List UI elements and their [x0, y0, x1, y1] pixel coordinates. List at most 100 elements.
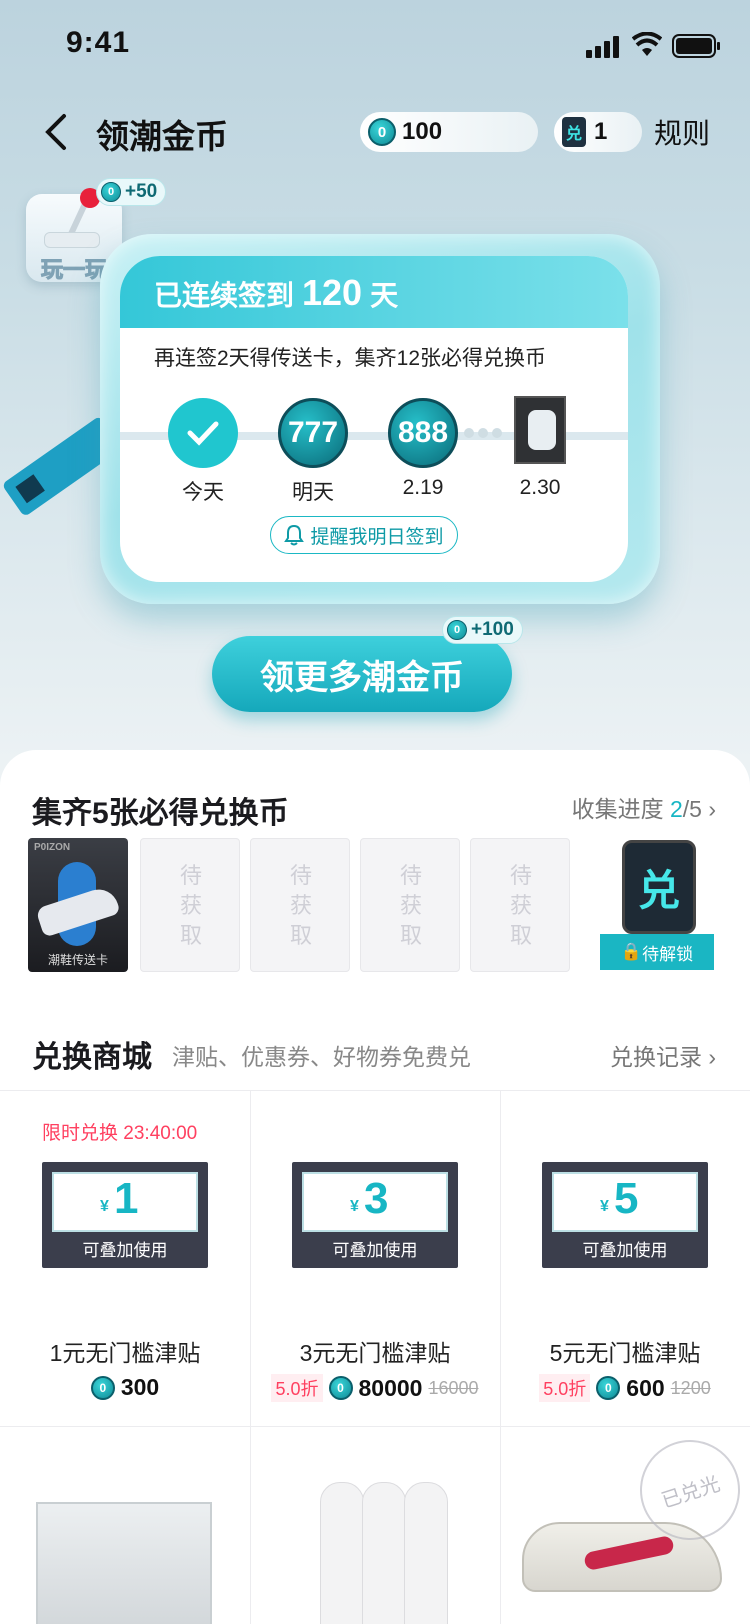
wifi-icon	[632, 32, 662, 56]
coin-icon: 0	[368, 118, 396, 146]
back-arrow-icon[interactable]	[40, 112, 76, 152]
product-thumb[interactable]	[250, 1426, 500, 1624]
hero-background: 9:41 领潮金币 0 100 兑 1 规则 玩一玩 0 +50 已连续签到 1…	[0, 0, 750, 790]
coin-balance[interactable]: 0 100	[360, 112, 538, 152]
remind-label: 提醒我明日签到	[310, 526, 444, 548]
signin-card: 已连续签到 120 天 再连签2天得传送卡，集齐12张必得兑换币 777 888 今…	[120, 256, 628, 582]
coupon-currency: ¥	[600, 1198, 609, 1215]
coupon-icon: ¥ 5 可叠加使用	[542, 1162, 708, 1268]
step-coin-888: 888	[388, 398, 458, 468]
bear-card-icon	[514, 396, 566, 464]
mall-title: 兑换商城	[32, 1041, 152, 1074]
original-price: 1200	[670, 1377, 711, 1398]
price-value: 300	[120, 1374, 160, 1400]
step-today-check	[168, 398, 238, 468]
pending-label: 待获取	[289, 863, 312, 948]
step-label: 2.19	[402, 476, 444, 499]
collected-card[interactable]: P0IZON 潮鞋传送卡	[28, 838, 128, 972]
shoe-box-image	[36, 1502, 212, 1624]
chevron-right-icon: ›	[708, 1044, 716, 1070]
product-card[interactable]: 限时兑换 23:40:00 ¥ 1 可叠加使用 1元无门槛津贴 0 300	[0, 1090, 250, 1426]
pending-slot: 待获取	[140, 838, 240, 972]
cta-bonus-value: +100	[471, 619, 514, 640]
product-name: 1元无门槛津贴	[49, 1340, 201, 1366]
content-sheet: 集齐5张必得兑换币 收集进度 2/5 › P0IZON 潮鞋传送卡 待获取 待获…	[0, 750, 750, 1624]
product-name: 3元无门槛津贴	[299, 1340, 451, 1366]
pending-label: 待获取	[179, 863, 202, 948]
product-price: 5.0折 0 600 1200	[500, 1374, 750, 1402]
status-bar: 9:41	[0, 0, 750, 90]
original-price: 16000	[428, 1377, 479, 1398]
bell-icon	[284, 524, 305, 546]
coin-icon: 0	[447, 620, 467, 640]
product-price: 5.0折 0 80000 16000	[250, 1374, 500, 1402]
card-balance[interactable]: 兑 1	[554, 112, 642, 152]
pending-label: 待获取	[399, 863, 422, 948]
chevron-right-icon: ›	[708, 796, 716, 822]
coupon-stackable: 可叠加使用	[582, 1241, 668, 1260]
collect-title: 集齐5张必得兑换币	[32, 797, 289, 830]
socks-image	[320, 1482, 450, 1624]
earn-more-coins-button[interactable]: 领更多潮金币	[212, 636, 512, 712]
coupon-amount: 3	[364, 1174, 389, 1223]
step-label: 明天	[292, 481, 334, 504]
records-label: 兑换记录	[609, 1044, 702, 1070]
coupon-stackable: 可叠加使用	[82, 1241, 168, 1260]
step-ellipsis	[464, 428, 504, 444]
coupon-icon: ¥ 3 可叠加使用	[292, 1162, 458, 1268]
coin-icon: 0	[328, 1376, 353, 1400]
collect-progress-link[interactable]: 收集进度 2/5 ›	[572, 790, 716, 824]
signin-subtitle: 再连签2天得传送卡，集齐12张必得兑换币	[154, 347, 547, 370]
step-label: 2.30	[519, 476, 561, 499]
joystick-base-icon	[44, 232, 100, 248]
exchange-records-link[interactable]: 兑换记录 ›	[610, 1038, 716, 1072]
coupon-stackable: 可叠加使用	[332, 1241, 418, 1260]
signin-header-prefix: 已连续签到	[154, 280, 295, 311]
product-thumb[interactable]	[0, 1426, 250, 1624]
product-name: 5元无门槛津贴	[549, 1340, 701, 1366]
cta-bonus-badge: 0 +100	[442, 616, 523, 644]
product-card[interactable]: ¥ 5 可叠加使用 5元无门槛津贴 5.0折 0 600 1200	[500, 1090, 750, 1426]
progress-current: 2	[669, 796, 683, 822]
coin-icon: 0	[596, 1376, 621, 1400]
play-bonus-value: +50	[125, 181, 158, 202]
discount-badge: 5.0折	[539, 1374, 591, 1402]
coupon-icon: ¥ 1 可叠加使用	[42, 1162, 208, 1268]
step-coin-777: 777	[278, 398, 348, 468]
coin-icon: 0	[90, 1375, 115, 1400]
signal-icon	[586, 36, 619, 58]
signin-header-suffix: 天	[370, 280, 399, 311]
coupon-amount: 1	[114, 1174, 139, 1223]
page-title: 领潮金币	[96, 118, 228, 155]
exchange-card-icon: 兑	[562, 117, 586, 147]
card-brand: P0IZON	[34, 842, 71, 853]
limited-time-label: 限时兑换 23:40:00	[42, 1123, 198, 1144]
step-label: 今天	[182, 481, 224, 504]
play-bonus-badge: 0 +50	[96, 178, 167, 206]
card-caption: 潮鞋传送卡	[47, 953, 108, 967]
coin-icon: 0	[101, 182, 121, 202]
price-value: 80000	[358, 1374, 423, 1401]
discount-badge: 5.0折	[271, 1374, 323, 1402]
progress-label: 收集进度	[571, 796, 664, 822]
lock-icon: 🔒	[620, 942, 643, 961]
signin-days: 120	[302, 272, 363, 313]
battery-icon	[672, 34, 720, 58]
pending-slot: 待获取	[250, 838, 350, 972]
product-card[interactable]: ¥ 3 可叠加使用 3元无门槛津贴 5.0折 0 80000 16000	[250, 1090, 500, 1426]
mall-subtitle: 津贴、优惠券、好物券免费兑	[172, 1044, 471, 1070]
coupon-amount: 5	[614, 1174, 639, 1223]
check-icon	[187, 421, 219, 446]
rules-link[interactable]: 规则	[654, 112, 710, 152]
pending-slot: 待获取	[470, 838, 570, 972]
unlock-label: 待解锁	[642, 944, 694, 964]
product-price: 0 300	[0, 1374, 250, 1401]
remind-button[interactable]: 提醒我明日签到	[270, 516, 458, 554]
progress-total: /5	[682, 796, 702, 822]
exchange-coin-reward[interactable]: 兑 🔒 待解锁	[600, 838, 716, 972]
card-balance-value: 1	[594, 118, 608, 145]
collect-cards: P0IZON 潮鞋传送卡 待获取 待获取 待获取 待获取 兑 🔒 待解锁	[28, 838, 728, 974]
coupon-currency: ¥	[100, 1198, 109, 1215]
nav-bar: 领潮金币 0 100 兑 1 规则	[0, 100, 750, 164]
exchange-coin-icon: 兑	[622, 840, 696, 934]
